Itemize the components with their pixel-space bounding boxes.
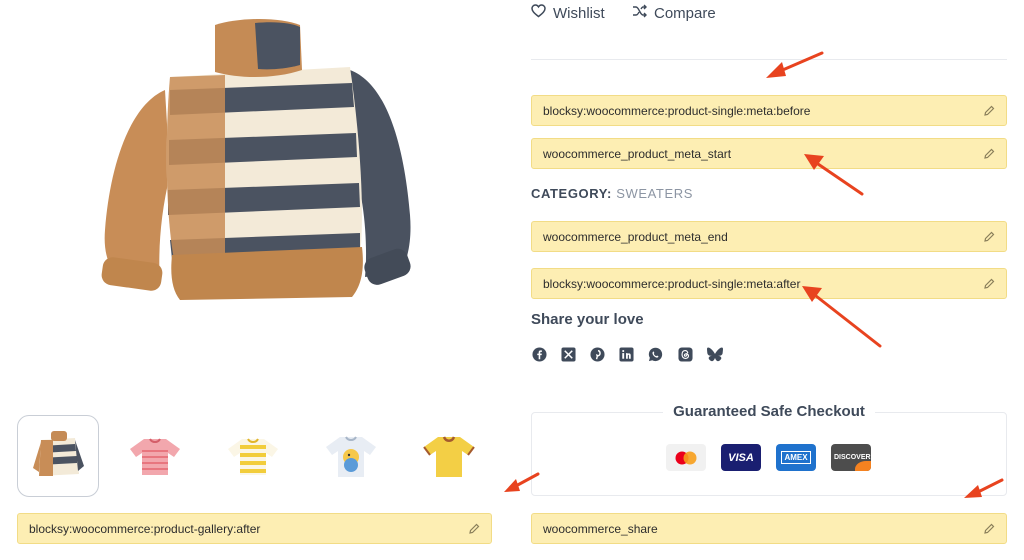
shuffle-icon xyxy=(632,4,647,22)
amex-text: AMEX xyxy=(781,451,811,464)
share-title: Share your love xyxy=(531,311,644,328)
checkout-title: Guaranteed Safe Checkout xyxy=(531,403,1007,420)
annotation-arrow xyxy=(964,478,1004,498)
pinterest-icon[interactable] xyxy=(589,346,605,362)
hook-label: blocksy:woocommerce:product-gallery:afte… xyxy=(29,521,261,536)
hook-woocommerce-share: woocommerce_share xyxy=(531,513,1007,544)
visa-icon: VISA xyxy=(721,444,761,471)
hook-meta-end: woocommerce_product_meta_end xyxy=(531,221,1007,252)
hook-meta-before: blocksy:woocommerce:product-single:meta:… xyxy=(531,95,1007,126)
hook-meta-after: blocksy:woocommerce:product-single:meta:… xyxy=(531,268,1007,299)
hook-label: blocksy:woocommerce:product-single:meta:… xyxy=(543,103,811,118)
thumbnail-yellow-striped-tee[interactable] xyxy=(212,415,294,497)
compare-button[interactable]: Compare xyxy=(632,4,716,22)
discover-icon: DISCOVER xyxy=(831,444,871,471)
thumbnail-duck-print-tee[interactable] xyxy=(310,415,392,497)
product-main-image[interactable] xyxy=(60,15,460,375)
bluesky-icon[interactable] xyxy=(707,346,723,362)
facebook-icon[interactable] xyxy=(531,346,547,362)
wishlist-button[interactable]: Wishlist xyxy=(531,4,605,22)
annotation-arrow xyxy=(802,286,882,348)
pencil-icon[interactable] xyxy=(983,523,995,535)
category-label: CATEGORY: xyxy=(531,186,612,201)
annotation-arrow xyxy=(766,51,824,78)
mastercard-icon xyxy=(666,444,706,471)
pencil-icon[interactable] xyxy=(983,278,995,290)
wishlist-label: Wishlist xyxy=(553,4,605,22)
checkout-badge-box xyxy=(531,412,1007,496)
hook-label: woocommerce_share xyxy=(543,521,658,536)
visa-text: VISA xyxy=(728,451,754,464)
hook-label: woocommerce_product_meta_end xyxy=(543,229,728,244)
linkedin-icon[interactable] xyxy=(618,346,634,362)
threads-icon[interactable] xyxy=(677,346,693,362)
thumbnail-striped-sweater[interactable] xyxy=(17,415,99,497)
hook-product-gallery-after: blocksy:woocommerce:product-gallery:afte… xyxy=(17,513,492,544)
checkout-title-text: Guaranteed Safe Checkout xyxy=(663,403,875,420)
discover-swoosh xyxy=(855,461,871,471)
x-icon[interactable] xyxy=(560,346,576,362)
thumbnail-pink-striped-tee[interactable] xyxy=(114,415,196,497)
heart-icon xyxy=(531,4,546,22)
product-category: CATEGORY: Sweaters xyxy=(531,186,693,201)
discover-text: DISCOVER xyxy=(834,454,871,461)
amex-icon: AMEX xyxy=(776,444,816,471)
pencil-icon[interactable] xyxy=(983,105,995,117)
pencil-icon[interactable] xyxy=(983,231,995,243)
hook-meta-start: woocommerce_product_meta_start xyxy=(531,138,1007,169)
hook-label: woocommerce_product_meta_start xyxy=(543,146,732,161)
category-link[interactable]: Sweaters xyxy=(616,186,693,201)
compare-label: Compare xyxy=(654,4,716,22)
thumbnail-yellow-tee[interactable] xyxy=(408,415,490,497)
pencil-icon[interactable] xyxy=(468,523,480,535)
annotation-arrow xyxy=(504,472,540,492)
annotation-arrow xyxy=(804,154,864,196)
whatsapp-icon[interactable] xyxy=(647,346,663,362)
pencil-icon[interactable] xyxy=(983,148,995,160)
hook-label: blocksy:woocommerce:product-single:meta:… xyxy=(543,276,801,291)
